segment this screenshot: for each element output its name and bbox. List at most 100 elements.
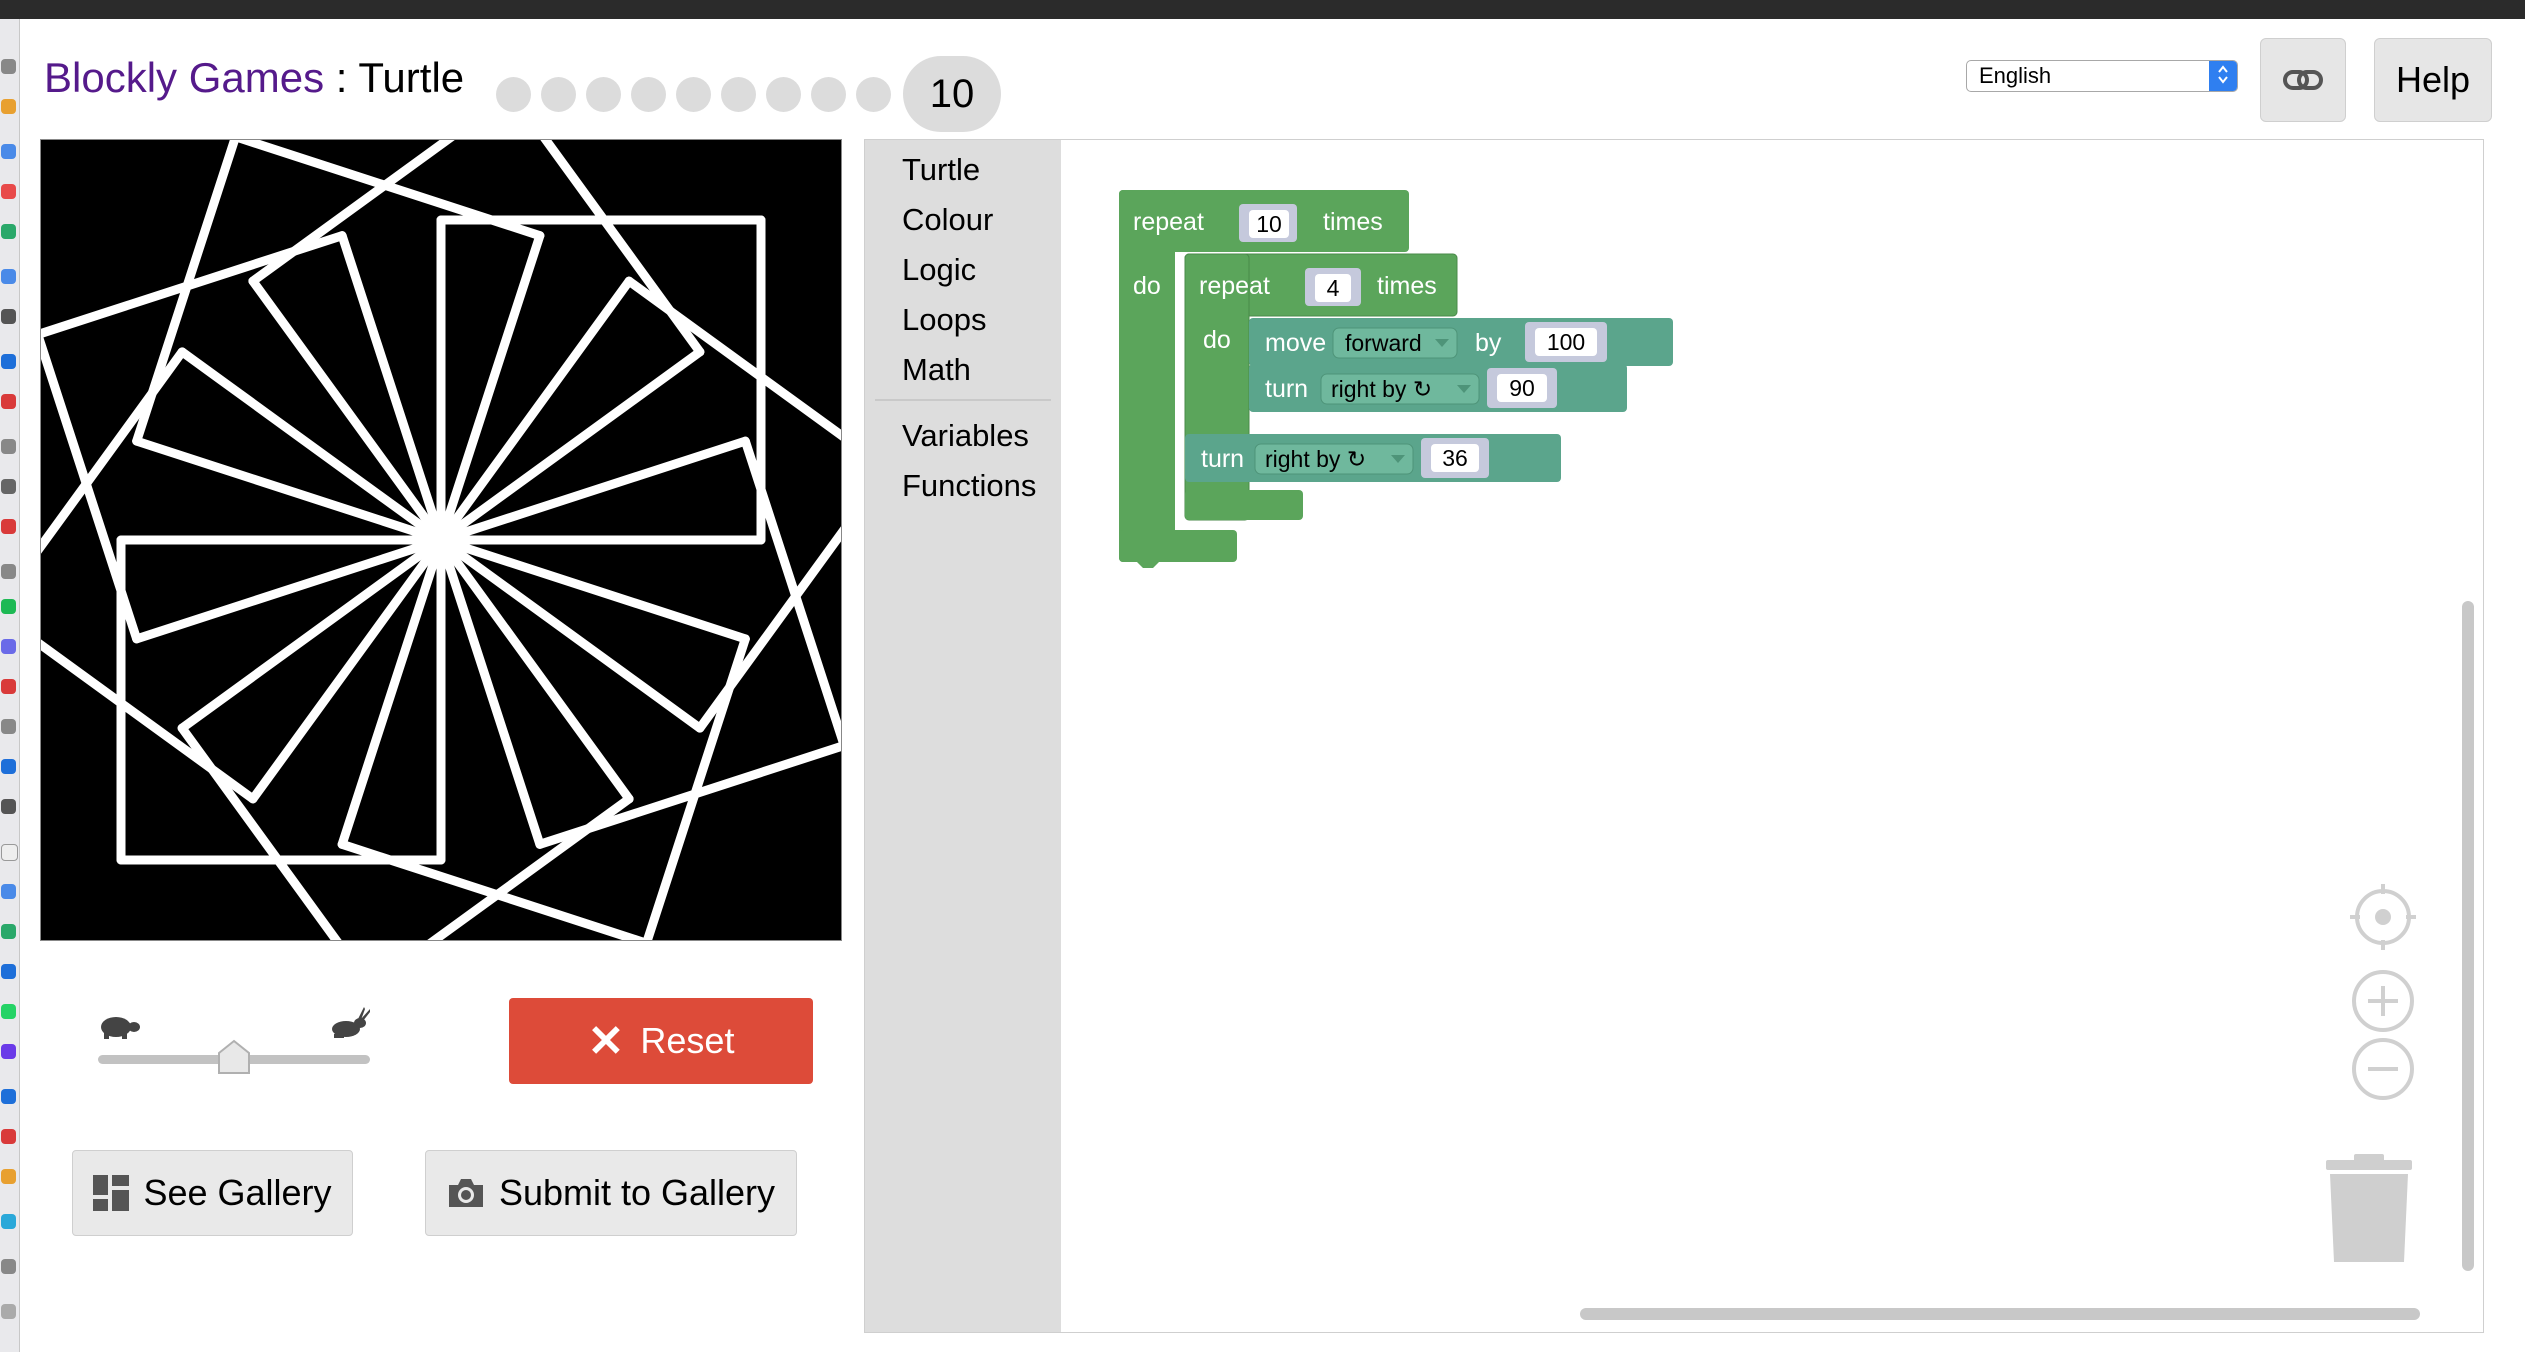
dock-app-icon[interactable] — [1, 759, 16, 774]
toolbox-category-turtle[interactable]: Turtle — [902, 150, 980, 190]
gallery-grid-icon — [93, 1175, 130, 1211]
level-dot[interactable] — [676, 76, 711, 112]
dock-app-icon[interactable] — [1, 439, 16, 454]
dock-app-icon[interactable] — [1, 1169, 16, 1184]
dock-app-icon[interactable] — [1, 354, 16, 369]
repeat-count-field[interactable]: 4 — [1327, 275, 1340, 301]
dock-app-icon[interactable] — [1, 59, 16, 74]
level-dot[interactable] — [541, 76, 576, 112]
dock-app-icon[interactable] — [1, 394, 16, 409]
game-name: Turtle — [358, 54, 465, 101]
turtle-path-segment — [248, 276, 446, 545]
language-select[interactable]: English — [1966, 60, 2238, 92]
level-dot[interactable] — [766, 76, 801, 112]
turn-direction-dropdown[interactable]: right by ↻ — [1331, 376, 1432, 402]
turn-block-outer[interactable]: turn right by ↻ 36 — [1185, 434, 1561, 482]
times-label: times — [1377, 272, 1437, 300]
dock-app-icon[interactable] — [1, 479, 16, 494]
dock-app-icon[interactable] — [1, 184, 16, 199]
close-icon: ✕ — [587, 1016, 625, 1066]
turtle-path-segment — [248, 535, 446, 804]
see-gallery-label: See Gallery — [143, 1172, 332, 1213]
turtle-path-segment — [177, 347, 446, 545]
dock-app-icon[interactable] — [1, 564, 16, 579]
zoom-out-icon[interactable] — [2350, 1036, 2416, 1102]
zoom-in-icon[interactable] — [2350, 968, 2416, 1034]
turn-amount-field[interactable]: 36 — [1442, 445, 1468, 471]
toolbox-category-colour[interactable]: Colour — [902, 200, 993, 240]
help-button[interactable]: Help — [2374, 38, 2492, 122]
title-separator: : — [324, 54, 359, 101]
recenter-icon[interactable] — [2350, 884, 2416, 950]
level-dot[interactable] — [586, 76, 621, 112]
turn-label: turn — [1201, 445, 1244, 473]
trash-icon[interactable] — [2326, 1154, 2416, 1264]
move-amount-field[interactable]: 100 — [1547, 329, 1585, 355]
turn-amount-field[interactable]: 90 — [1509, 375, 1535, 401]
submit-gallery-label: Submit to Gallery — [498, 1172, 776, 1213]
dock-app-icon[interactable] — [1, 1089, 16, 1104]
turtle-path-segment — [436, 231, 545, 545]
repeat-count-field[interactable]: 10 — [1256, 211, 1282, 237]
speed-slider[interactable] — [96, 1005, 376, 1085]
dock-app-icon[interactable] — [1, 639, 16, 654]
dock-app-icon[interactable] — [1, 844, 18, 861]
see-gallery-button[interactable]: See Gallery — [72, 1150, 353, 1236]
turtle-path-segment — [132, 535, 446, 644]
toolbox-category-logic[interactable]: Logic — [902, 250, 976, 290]
level-dot[interactable] — [811, 76, 846, 112]
page-title: Blockly Games : Turtle — [44, 50, 464, 106]
direction-dropdown[interactable]: forward — [1345, 330, 1422, 356]
level-dot[interactable] — [631, 76, 666, 112]
level-selector: 10 — [496, 56, 1001, 132]
dock-app-icon[interactable] — [1, 269, 16, 284]
level-dot[interactable] — [856, 76, 891, 112]
horizontal-scrollbar[interactable] — [1580, 1308, 2420, 1320]
dock-app-icon[interactable] — [1, 924, 16, 939]
dock-app-icon[interactable] — [1, 99, 16, 114]
turtle-path-segment — [641, 634, 750, 948]
link-icon — [2283, 70, 2323, 90]
dock-app-icon[interactable] — [1, 599, 16, 614]
dock-app-icon[interactable] — [1, 1044, 16, 1059]
link-button[interactable] — [2260, 38, 2346, 122]
toolbox-category-functions[interactable]: Functions — [902, 466, 1036, 506]
current-level[interactable]: 10 — [903, 56, 1001, 132]
dock-app-icon[interactable] — [1, 224, 16, 239]
dock-app-icon[interactable] — [1, 799, 16, 814]
dock-app-icon[interactable] — [1, 144, 16, 159]
toolbox-category-loops[interactable]: Loops — [902, 300, 986, 340]
dock-app-icon[interactable] — [1, 1004, 16, 1019]
dock-app-icon[interactable] — [1, 679, 16, 694]
app-name-link[interactable]: Blockly Games — [44, 54, 324, 101]
select-arrows-icon — [2209, 61, 2237, 91]
vertical-scrollbar[interactable] — [2462, 601, 2474, 1271]
reset-button[interactable]: ✕ Reset — [509, 998, 813, 1084]
camera-icon — [448, 1179, 483, 1207]
turn-direction-dropdown[interactable]: right by ↻ — [1265, 446, 1366, 472]
os-dock — [0, 19, 20, 1352]
turtle-path-segment — [436, 535, 750, 644]
dock-app-icon[interactable] — [1, 1259, 16, 1274]
dock-app-icon[interactable] — [1, 1129, 16, 1144]
level-dot[interactable] — [496, 76, 531, 112]
toolbox-category-variables[interactable]: Variables — [902, 416, 1029, 456]
dock-app-icon[interactable] — [1, 1304, 16, 1319]
slider-knob[interactable] — [217, 1039, 251, 1075]
dock-app-icon[interactable] — [1, 719, 16, 734]
blockly-workspace[interactable]: Turtle Colour Logic Loops Math Variables… — [864, 139, 2484, 1333]
move-block[interactable]: move forward by 100 — [1249, 318, 1673, 366]
level-dot[interactable] — [721, 76, 756, 112]
toolbox-category-math[interactable]: Math — [902, 350, 971, 390]
turtle-icon — [101, 1017, 140, 1039]
dock-app-icon[interactable] — [1, 519, 16, 534]
dock-app-icon[interactable] — [1, 884, 16, 899]
turtle-path-segment — [132, 436, 446, 545]
dock-app-icon[interactable] — [1, 1214, 16, 1229]
turtle-path-segment — [436, 535, 634, 804]
turn-block-inner[interactable]: turn right by ↻ 90 — [1249, 364, 1627, 412]
dock-app-icon[interactable] — [1, 964, 16, 979]
dock-app-icon[interactable] — [1, 309, 16, 324]
turtle-path-segment — [436, 276, 634, 545]
submit-gallery-button[interactable]: Submit to Gallery — [425, 1150, 797, 1236]
